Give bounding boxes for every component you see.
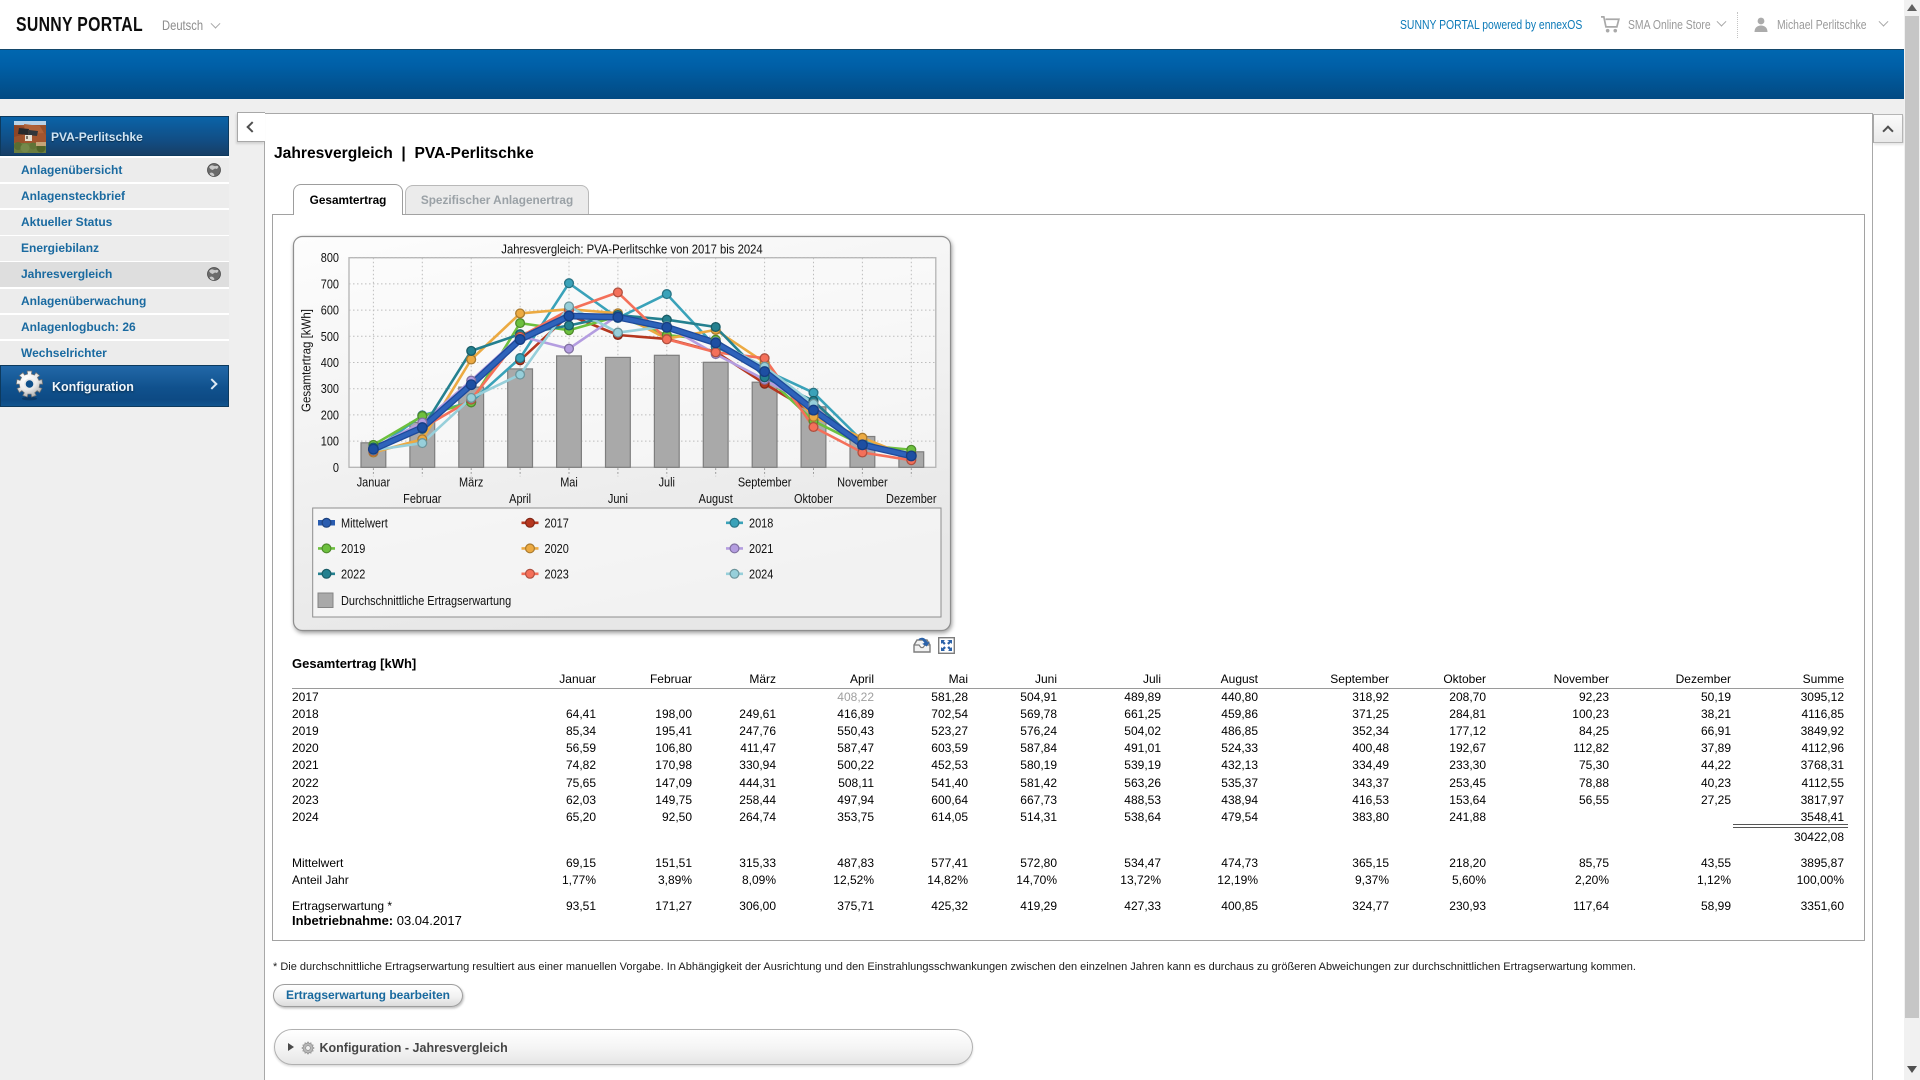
svg-text:Februar: Februar (403, 492, 441, 506)
svg-text:Durchschnittliche Ertragserwar: Durchschnittliche Ertragserwartung (341, 594, 511, 608)
svg-text:Dezember: Dezember (886, 492, 937, 506)
svg-text:2019: 2019 (341, 542, 365, 556)
svg-text:2018: 2018 (749, 516, 773, 530)
svg-text:August: August (699, 492, 734, 506)
svg-text:2023: 2023 (545, 567, 569, 581)
svg-text:500: 500 (321, 330, 339, 344)
svg-text:0: 0 (333, 461, 339, 475)
svg-text:2020: 2020 (545, 542, 569, 556)
svg-text:April: April (509, 492, 531, 506)
svg-text:September: September (738, 476, 792, 490)
svg-text:100: 100 (321, 435, 339, 449)
svg-text:700: 700 (321, 277, 339, 291)
svg-text:November: November (837, 476, 888, 490)
svg-text:2024: 2024 (749, 567, 773, 581)
svg-text:März: März (459, 476, 483, 490)
svg-text:400: 400 (321, 356, 339, 370)
svg-text:2017: 2017 (545, 516, 569, 530)
svg-text:2021: 2021 (749, 542, 773, 556)
svg-text:Gesamtertrag [kWh]: Gesamtertrag [kWh] (300, 309, 314, 412)
svg-text:Mittelwert: Mittelwert (341, 516, 388, 530)
svg-text:Oktober: Oktober (794, 492, 833, 506)
svg-text:800: 800 (321, 251, 339, 265)
svg-text:200: 200 (321, 408, 339, 422)
svg-text:Juni: Juni (608, 492, 628, 506)
svg-text:Juli: Juli (659, 476, 675, 490)
svg-text:2022: 2022 (341, 567, 365, 581)
svg-text:Mai: Mai (560, 476, 578, 490)
svg-text:Jahresvergleich: PVA-Perlitsch: Jahresvergleich: PVA-Perlitschke von 201… (501, 242, 762, 257)
svg-text:300: 300 (321, 382, 339, 396)
svg-text:600: 600 (321, 304, 339, 318)
svg-text:Januar: Januar (357, 476, 390, 490)
